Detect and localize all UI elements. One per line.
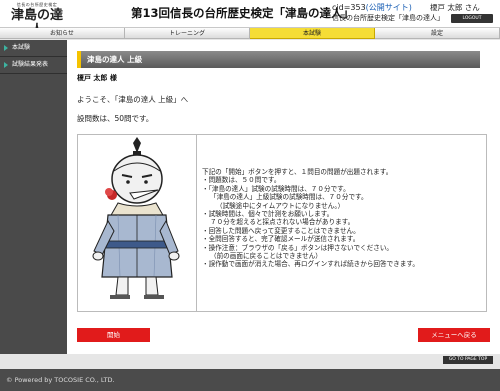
- section-title: 津島の達人 上級: [77, 51, 480, 68]
- sidebar-item-label: 本試験: [12, 44, 31, 51]
- user-name: 榎戸 太郎 さん: [430, 3, 480, 12]
- main-content: 津島の達人 上級 榎戸 太郎 様 ようこそ、「津島の達人 上級」へ 設問数は、5…: [67, 40, 500, 354]
- arrow-right-icon: [4, 44, 8, 51]
- user-greeting-name: 榎戸 太郎 様: [77, 74, 117, 82]
- site-header: 信長の台所歴史検定 津島の達人 第13回信長の台所歴史検定「津島の達人」 cid…: [0, 0, 500, 38]
- site-footer: © Powered by TOCOSIE CO., LTD.: [0, 369, 500, 391]
- instruction-line: 「津島の達人」上級試験の試験時間は、７０分です。: [210, 193, 368, 202]
- page-title: 第13回信長の台所歴史検定「津島の達人」: [131, 6, 355, 20]
- copyright-text: © Powered by TOCOSIE CO., LTD.: [6, 376, 115, 384]
- logout-button[interactable]: LOGOUT: [451, 14, 493, 23]
- question-count-text: 設問数は、50問です。: [77, 114, 154, 123]
- site-logo[interactable]: 信長の台所歴史検定 津島の達人: [6, 2, 68, 38]
- public-site-link[interactable]: (公開サイト): [366, 3, 412, 12]
- header-subtitle: 信長の台所歴史検定「津島の達人」: [332, 14, 444, 22]
- instruction-line: ・回答した問題へ戻って変更することはできません。: [202, 226, 360, 235]
- cid-label: cid=353(公開サイト): [332, 2, 412, 13]
- instruction-line: ・全問回答すると、完了確認メールが送信されます。: [202, 235, 360, 244]
- samurai-mascot-illustration: [78, 135, 197, 311]
- back-to-menu-button[interactable]: メニューへ戻る: [418, 328, 490, 342]
- logout-label: LOGOUT: [462, 16, 482, 21]
- welcome-text: ようこそ、「津島の達人 上級」へ: [77, 95, 189, 104]
- tab-training[interactable]: トレーニング: [125, 28, 250, 39]
- tab-exam[interactable]: 本試験: [250, 28, 375, 39]
- start-button[interactable]: 開始: [77, 328, 150, 342]
- sidebar: 本試験 試験結果発表: [0, 40, 67, 354]
- sidebar-item-exam[interactable]: 本試験: [0, 40, 67, 57]
- instruction-box: 下記の「開始」ボタンを押すと、１問目の問題が出題されます。 ・問題数は、５０問で…: [77, 134, 487, 312]
- sidebar-item-results[interactable]: 試験結果発表: [0, 57, 67, 74]
- arrow-right-icon: [4, 61, 8, 68]
- instruction-line: ・問題数は、５０問です。: [202, 176, 281, 185]
- tab-settings[interactable]: 設定: [375, 28, 500, 39]
- instruction-line: ・「津島の達人」試験の試験時間は、７０分です。: [202, 184, 350, 193]
- instruction-line: ・誤作動で画面が消えた場合、再ログインすれば続きから回答できます。: [202, 260, 419, 269]
- instruction-text: 下記の「開始」ボタンを押すと、１問目の問題が出題されます。 ・問題数は、５０問で…: [202, 168, 485, 269]
- instruction-line: ７０分を超えると採点されない場合があります。: [210, 218, 355, 227]
- samurai-mascot-icon: [92, 137, 180, 299]
- tab-news[interactable]: お知らせ: [0, 28, 125, 39]
- instruction-line: ・操作注意：ブラウザの「戻る」ボタンは押さないでください。: [202, 243, 394, 252]
- sidebar-item-label: 試験結果発表: [12, 61, 49, 68]
- main-nav: お知らせ トレーニング 本試験 設定: [0, 28, 500, 39]
- go-to-page-top-button[interactable]: GO TO PAGE TOP: [443, 356, 493, 364]
- cid-value: cid=353: [332, 3, 366, 12]
- instruction-line: （試験途中にタイムアウトになりません。）: [216, 201, 345, 210]
